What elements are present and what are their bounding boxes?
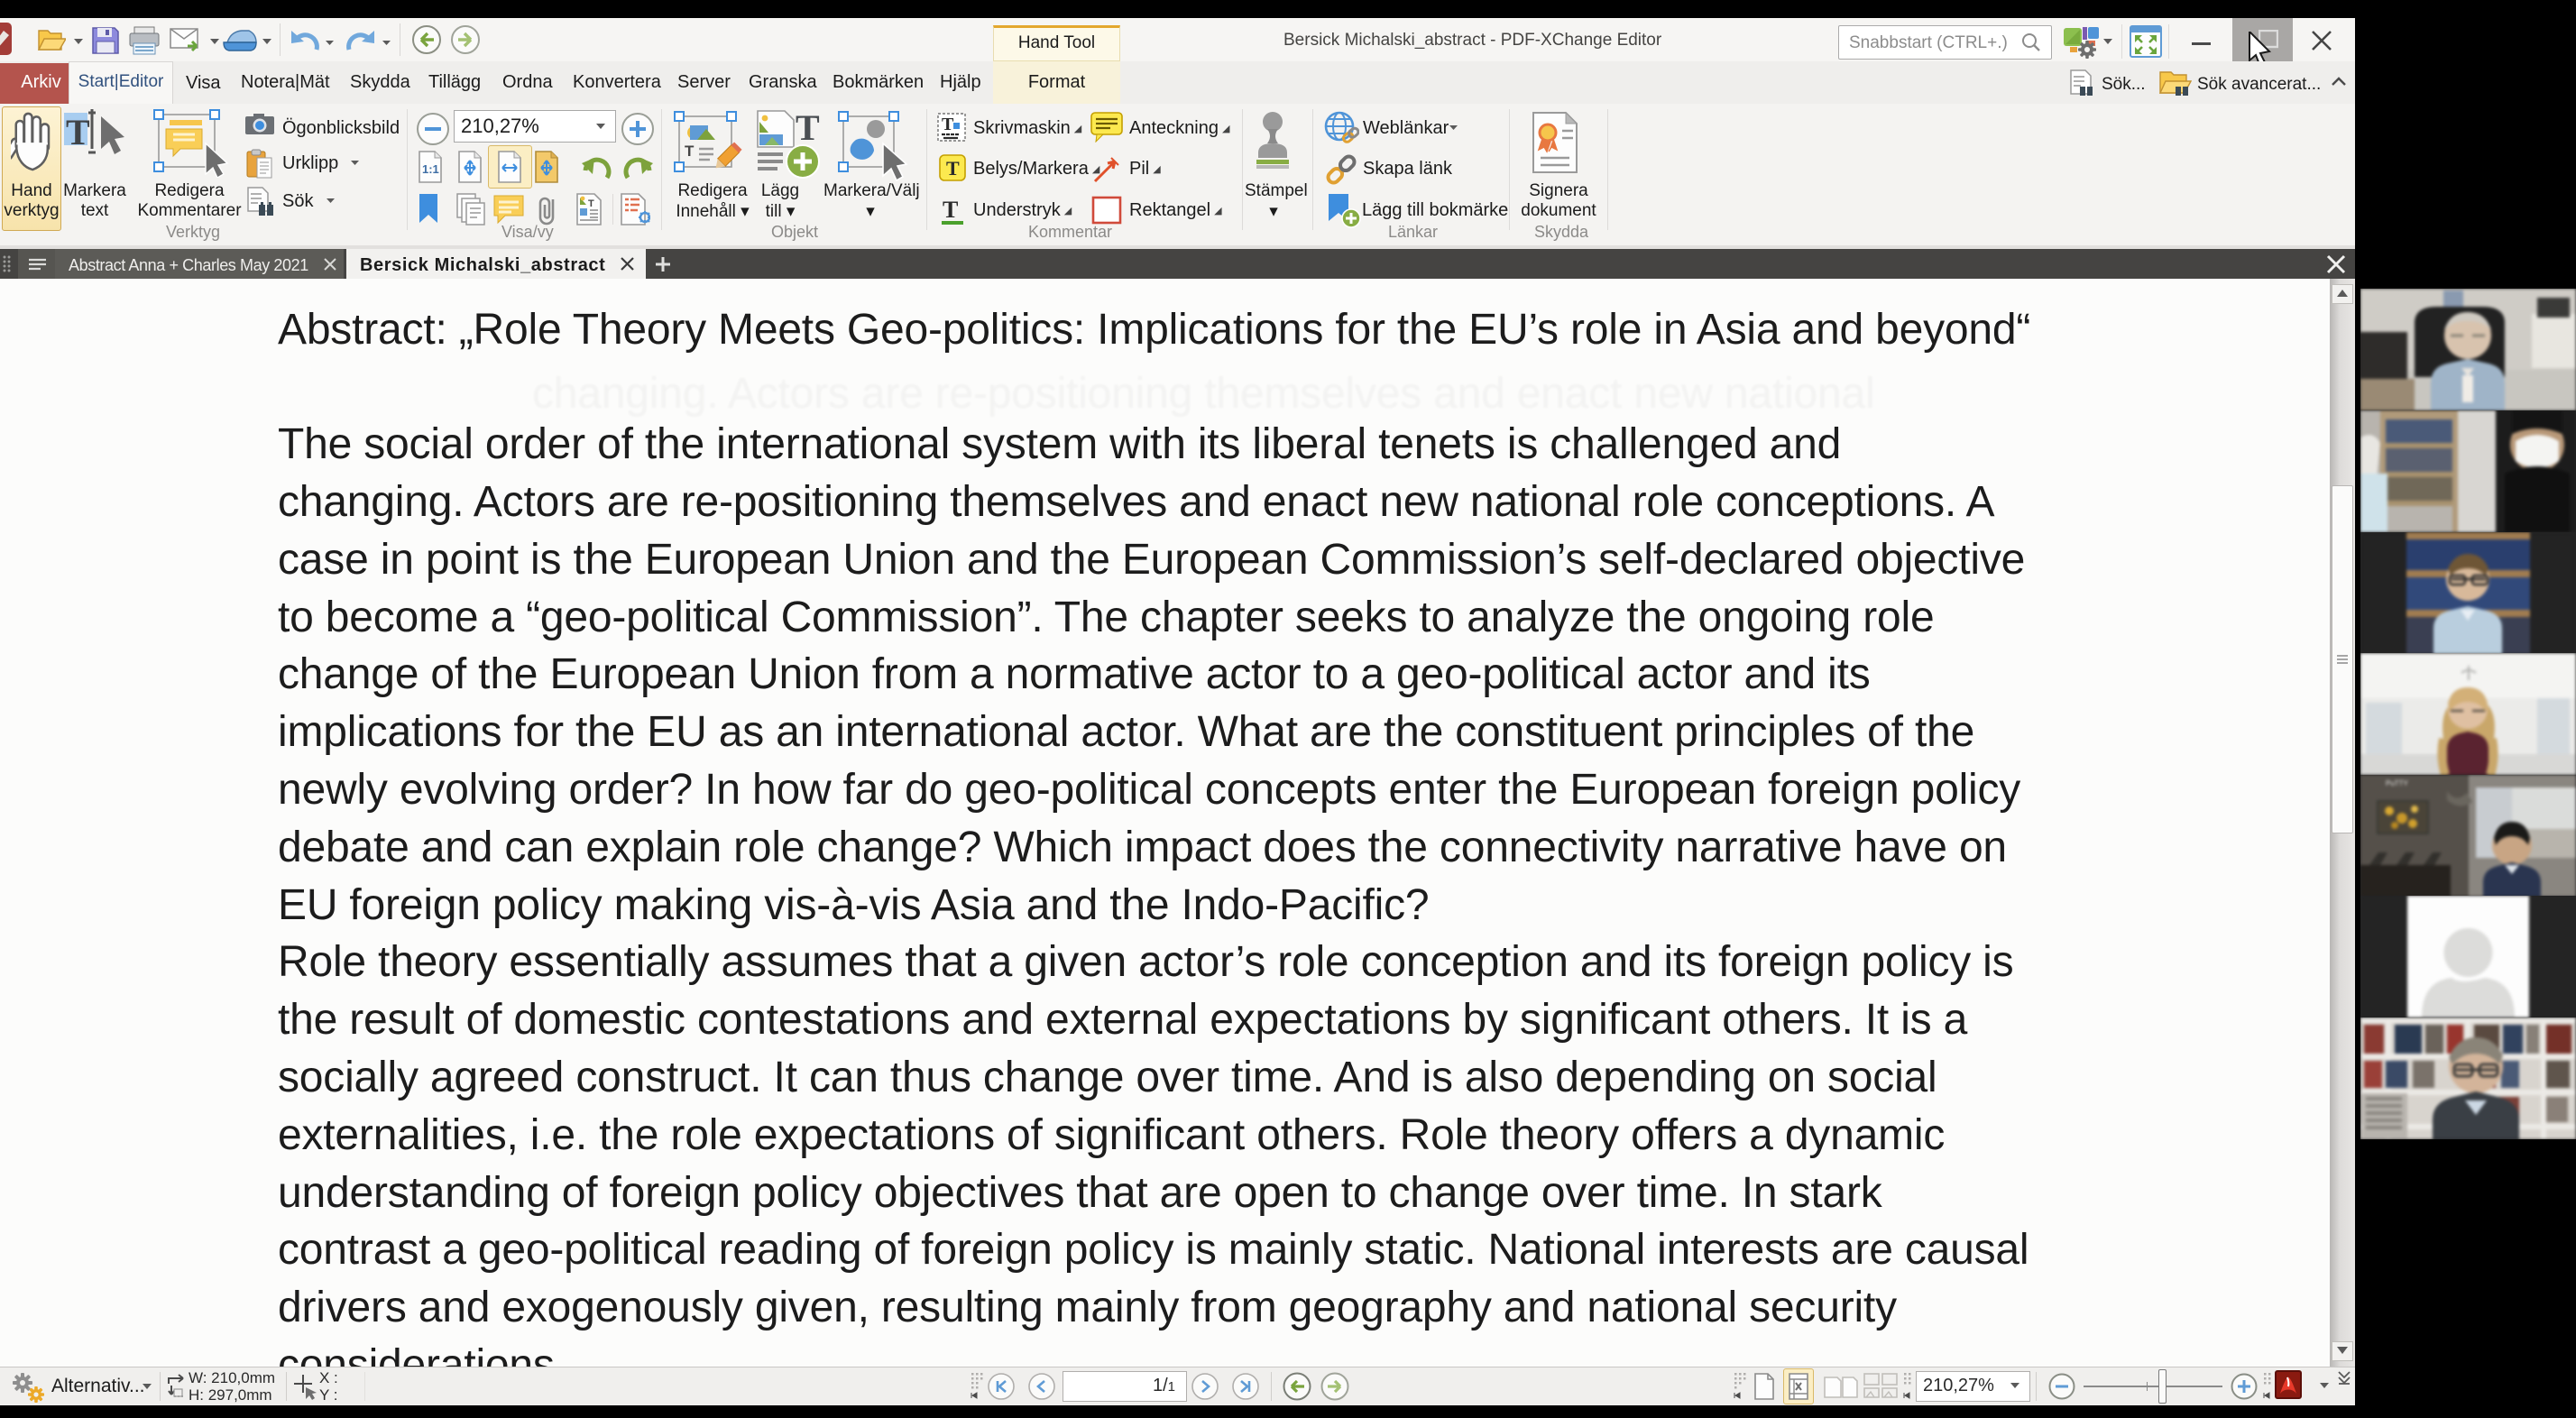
svg-text:T: T (796, 109, 820, 148)
svg-text:T: T (588, 198, 594, 209)
svg-text:T: T (942, 115, 954, 134)
svg-text:PuTTY: PuTTY (2386, 779, 2409, 787)
svg-text:T: T (685, 143, 695, 160)
svg-text:T: T (943, 197, 958, 223)
svg-text:T: T (946, 157, 960, 180)
svg-text:1:1: 1:1 (422, 162, 439, 176)
